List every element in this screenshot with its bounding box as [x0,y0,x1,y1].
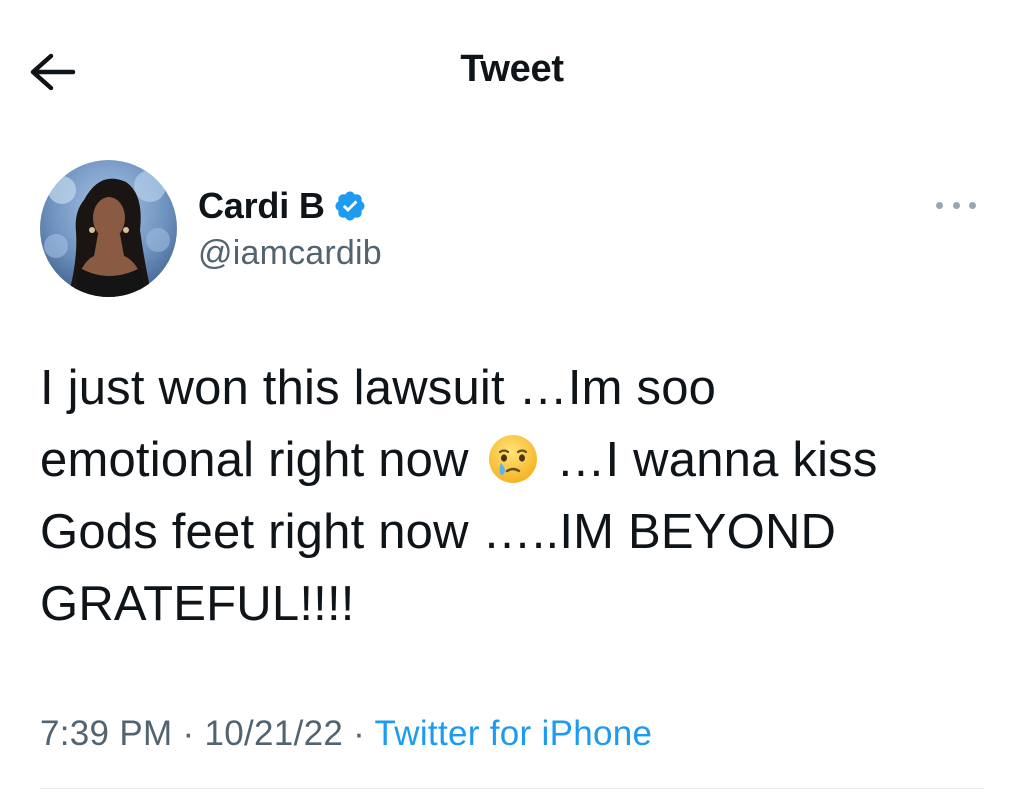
tweet-line: Gods feet right now …..IM BEYOND [40,505,837,559]
display-name: Cardi B [198,185,325,226]
more-dot [952,201,960,209]
more-horizontal-icon [936,201,943,209]
more-dot [969,201,976,209]
avatar[interactable] [40,160,177,297]
more-options-button[interactable] [932,190,980,220]
page-title: Tweet [460,48,564,90]
tweet-date[interactable]: 10/21/22 [204,714,343,753]
tweet-detail-page: Tweet Cardi B @iamcardib I just won this… [0,0,1024,793]
tweet-text-segment: emotional right now [40,433,469,487]
verified-badge-icon [335,191,365,221]
face-holding-back-tears-emoji [488,435,537,483]
top-bar: Tweet [0,0,1024,150]
divider [40,788,984,789]
meta-separator: · [353,714,366,753]
author-name-link[interactable]: Cardi B [198,185,367,227]
tweet-line: emotional right now …I wanna kiss [40,424,1000,496]
meta-separator: · [182,714,195,753]
user-handle[interactable]: @iamcardib [198,234,382,273]
tweet-source-link[interactable]: Twitter for iPhone [375,714,653,753]
tweet-text: I just won this lawsuit …Im soo emotiona… [40,352,1000,640]
tweet-time[interactable]: 7:39 PM [40,714,172,753]
tweet-text-segment: …I wanna kiss [556,433,878,487]
tweet-meta: 7:39 PM · 10/21/22 · Twitter for iPhone [40,714,652,754]
avatar-image [40,160,177,297]
tweet-line: GRATEFUL!!!! [40,577,355,631]
tweet-line: I just won this lawsuit …Im soo [40,361,717,415]
